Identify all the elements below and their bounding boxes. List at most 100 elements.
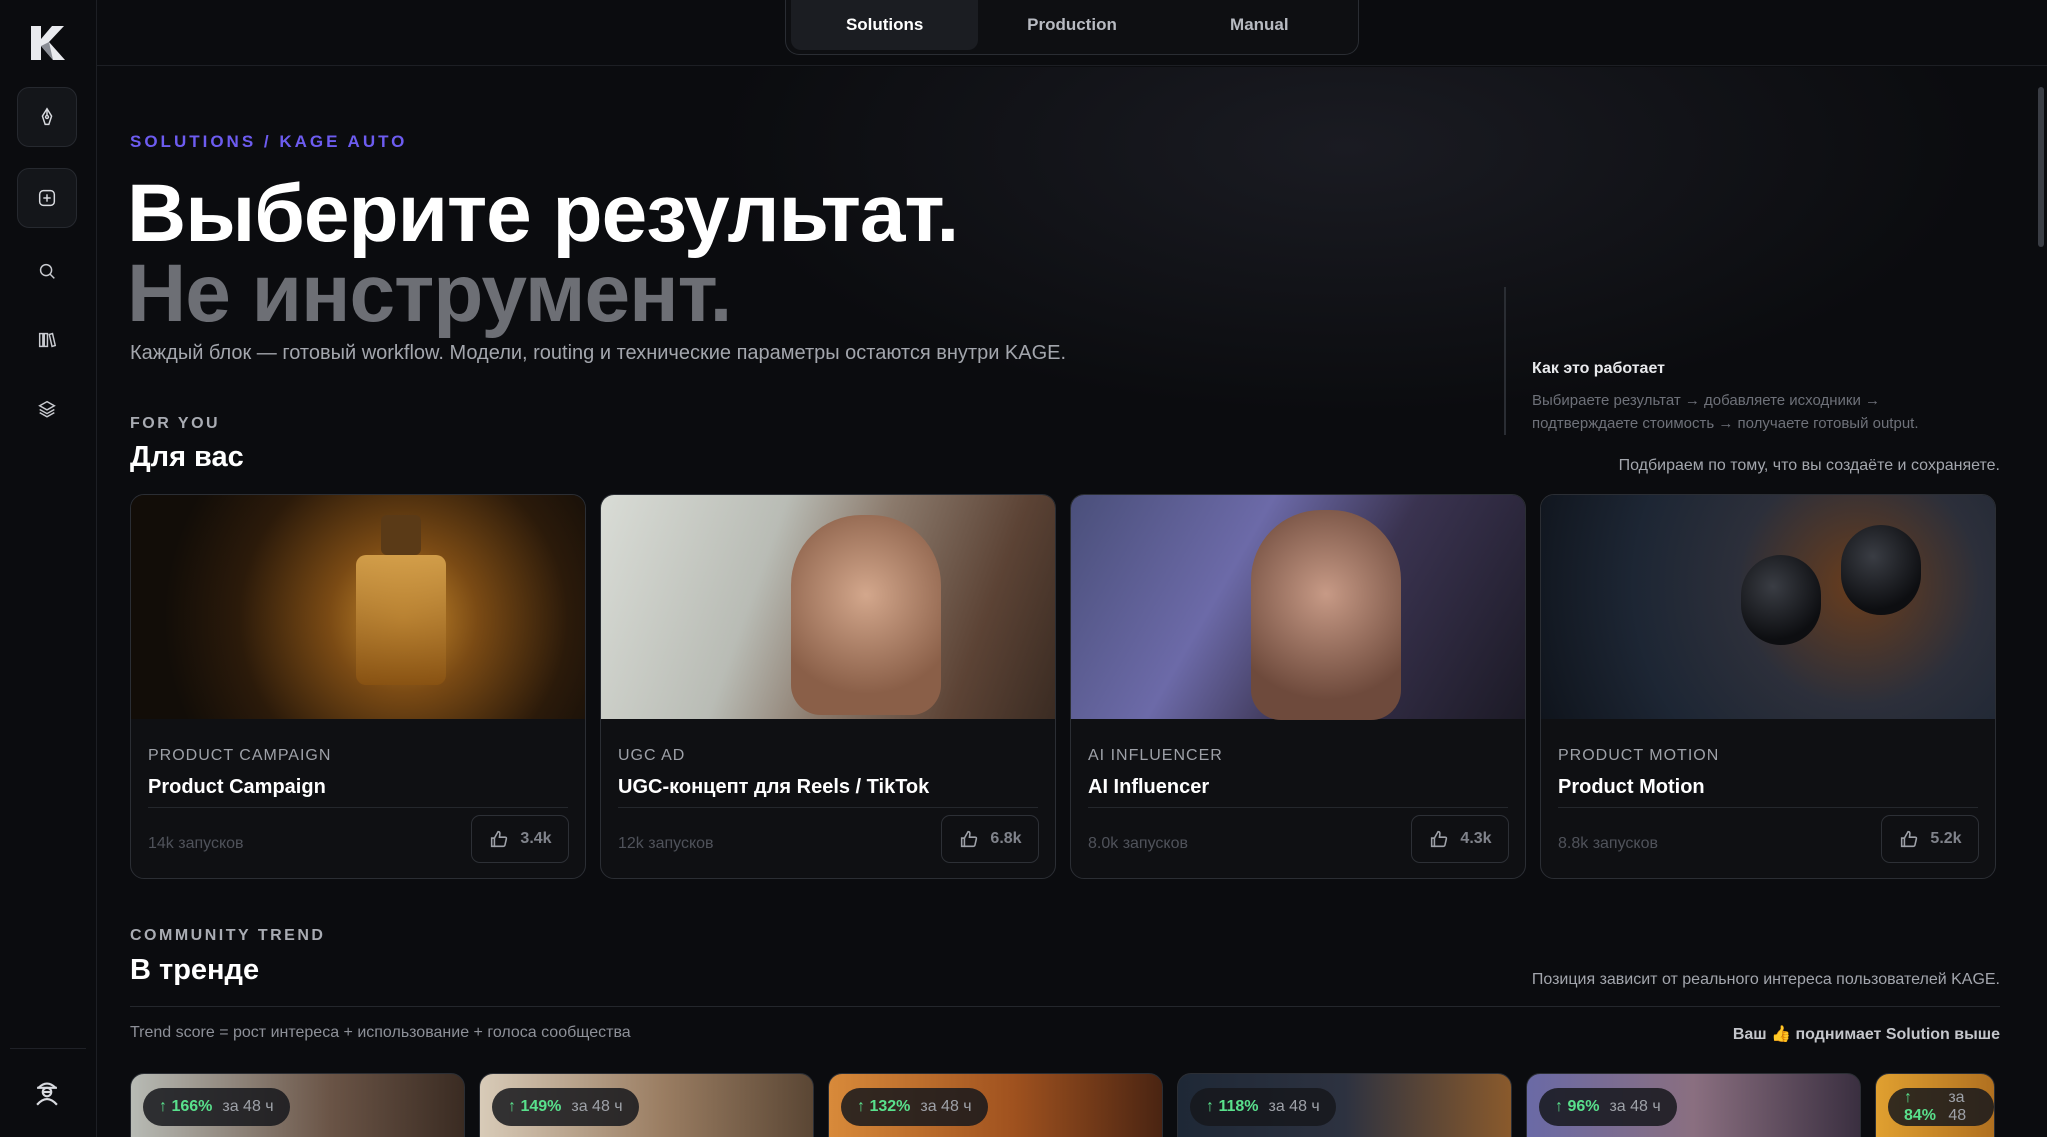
search-icon [39,263,55,279]
sidebar-item-layers[interactable] [17,379,77,439]
trend-card[interactable]: ↑ 118% за 48 ч [1177,1073,1512,1137]
sidebar-item-library[interactable] [17,310,77,370]
plus-square-icon [38,189,56,207]
trend-badge: ↑ 149% за 48 ч [492,1088,639,1126]
trend-period: за 48 ч [1268,1098,1320,1115]
trend-period: за 48 ч [1609,1098,1661,1115]
like-button[interactable]: 4.3k [1411,815,1509,863]
trend-growth: ↑ 149% [508,1098,562,1115]
card-kicker: UGC AD [618,747,686,764]
card-thumbnail-earbuds [1541,495,1995,719]
card-runs: 8.0k запусков [1088,835,1188,852]
app-root: Solutions Production Manual SOLUTIONS / … [0,0,2047,1137]
trend-vote-hint: Ваш 👍 поднимает Solution выше [1733,1024,2000,1044]
trend-card[interactable]: ↑ 96% за 48 ч [1526,1073,1861,1137]
card-thumbnail-perfume [131,495,585,719]
library-icon [38,332,57,348]
thumbs-up-emoji-icon: 👍 [1771,1026,1791,1043]
like-button[interactable]: 5.2k [1881,815,1979,863]
page-subtitle: Не инструмент. [127,248,732,339]
how-it-works-panel: Как это работает Выбираете результат → д… [1504,287,1974,435]
card-runs: 12k запусков [618,835,714,852]
trend-card[interactable]: ↑ 84% за 48 [1875,1073,1995,1137]
sidebar [0,0,97,1137]
like-count: 5.2k [1930,830,1962,847]
card-runs: 14k запусков [148,835,244,852]
for-you-kicker: FOR YOU [130,415,221,432]
solution-card[interactable]: AI INFLUENCER AI Influencer 8.0k запуско… [1070,494,1526,879]
trend-growth: ↑ 118% [1206,1098,1259,1115]
trend-card[interactable]: ↑ 166% за 48 ч [130,1073,465,1137]
sidebar-item-create[interactable] [17,87,77,147]
how-it-works-title: Как это работает [1532,360,1665,377]
like-button[interactable]: 3.4k [471,815,569,863]
like-button[interactable]: 6.8k [941,815,1039,863]
kage-logo[interactable] [27,22,69,64]
tab-manual[interactable]: Manual [1166,0,1353,50]
trend-vote-suffix: поднимает Solution выше [1795,1026,2000,1043]
page-lead: Каждый блок — готовый workflow. Модели, … [130,342,1067,364]
card-title: Product Motion [1558,776,1705,798]
trend-kicker: COMMUNITY TREND [130,927,326,944]
agent-avatar-icon [36,1082,58,1106]
like-count: 6.8k [990,830,1022,847]
trend-period: за 48 ч [920,1098,972,1115]
sidebar-item-search[interactable] [17,241,77,301]
like-count: 4.3k [1460,830,1492,847]
trend-cards: ↑ 166% за 48 ч ↑ 149% за 48 ч ↑ 132% за 48 … [130,1073,2000,1137]
card-title: UGC-концепт для Reels / TikTok [618,776,930,798]
card-divider [618,807,1038,808]
trend-card[interactable]: ↑ 132% за 48 ч [828,1073,1163,1137]
for-you-cards: PRODUCT CAMPAIGN Product Campaign 14k за… [130,494,2000,879]
sidebar-item-new[interactable] [17,168,77,228]
thumbs-up-icon [1901,830,1918,848]
card-divider [1088,807,1508,808]
trend-card[interactable]: ↑ 149% за 48 ч [479,1073,814,1137]
card-runs: 8.8k запусков [1558,835,1658,852]
trend-badge: ↑ 118% за 48 ч [1190,1088,1336,1126]
card-kicker: AI INFLUENCER [1088,747,1223,764]
mode-switcher: Solutions Production Manual [785,0,1359,55]
trend-growth: ↑ 84% [1904,1089,1937,1124]
trend-period: за 48 [1948,1089,1967,1124]
breadcrumb: SOLUTIONS / KAGE AUTO [130,132,408,151]
trend-title: В тренде [130,954,260,986]
tab-production[interactable]: Production [978,0,1165,50]
trend-badge: ↑ 166% за 48 ч [143,1088,290,1126]
sidebar-divider [10,1048,86,1049]
thumbs-up-icon [961,830,978,848]
for-you-note: Подбираем по тому, что вы создаёте и сох… [1618,457,2000,474]
card-divider [148,807,568,808]
trend-period: за 48 ч [571,1098,623,1115]
trend-period: за 48 ч [222,1098,274,1115]
trend-vote-prefix: Ваш [1732,1026,1767,1043]
card-kicker: PRODUCT MOTION [1558,747,1720,764]
profile-button[interactable] [17,1062,77,1122]
trend-badge: ↑ 84% за 48 [1888,1088,1994,1126]
card-divider [1558,807,1978,808]
thumbs-up-icon [491,830,508,848]
solution-card[interactable]: PRODUCT MOTION Product Motion 8.8k запус… [1540,494,1996,879]
card-thumbnail-ugc [601,495,1055,719]
topbar: Solutions Production Manual [97,0,2047,66]
trend-formula: Trend score = рост интереса + использова… [130,1024,631,1041]
like-count: 3.4k [520,830,552,847]
trend-growth: ↑ 96% [1555,1098,1600,1115]
card-thumbnail-influencer [1071,495,1525,720]
scrollbar-thumb[interactable] [2038,87,2044,247]
thumbs-up-icon [1431,830,1448,848]
trend-divider [130,1006,2000,1007]
pen-nib-icon [41,107,53,126]
main-content: SOLUTIONS / KAGE AUTO Выберите результат… [97,67,2047,1137]
solution-card[interactable]: PRODUCT CAMPAIGN Product Campaign 14k за… [130,494,586,879]
card-title: AI Influencer [1088,776,1210,798]
how-it-works-text: Выбираете результат → добавляете исходни… [1532,392,1919,432]
page-scrollbar[interactable] [2033,67,2047,1137]
trend-growth: ↑ 132% [857,1098,911,1115]
layers-icon [38,400,56,418]
for-you-title: Для вас [130,441,244,473]
trend-badge: ↑ 132% за 48 ч [841,1088,988,1126]
card-title: Product Campaign [148,776,326,798]
solution-card[interactable]: UGC AD UGC-концепт для Reels / TikTok 12… [600,494,1056,879]
tab-solutions[interactable]: Solutions [791,0,979,50]
